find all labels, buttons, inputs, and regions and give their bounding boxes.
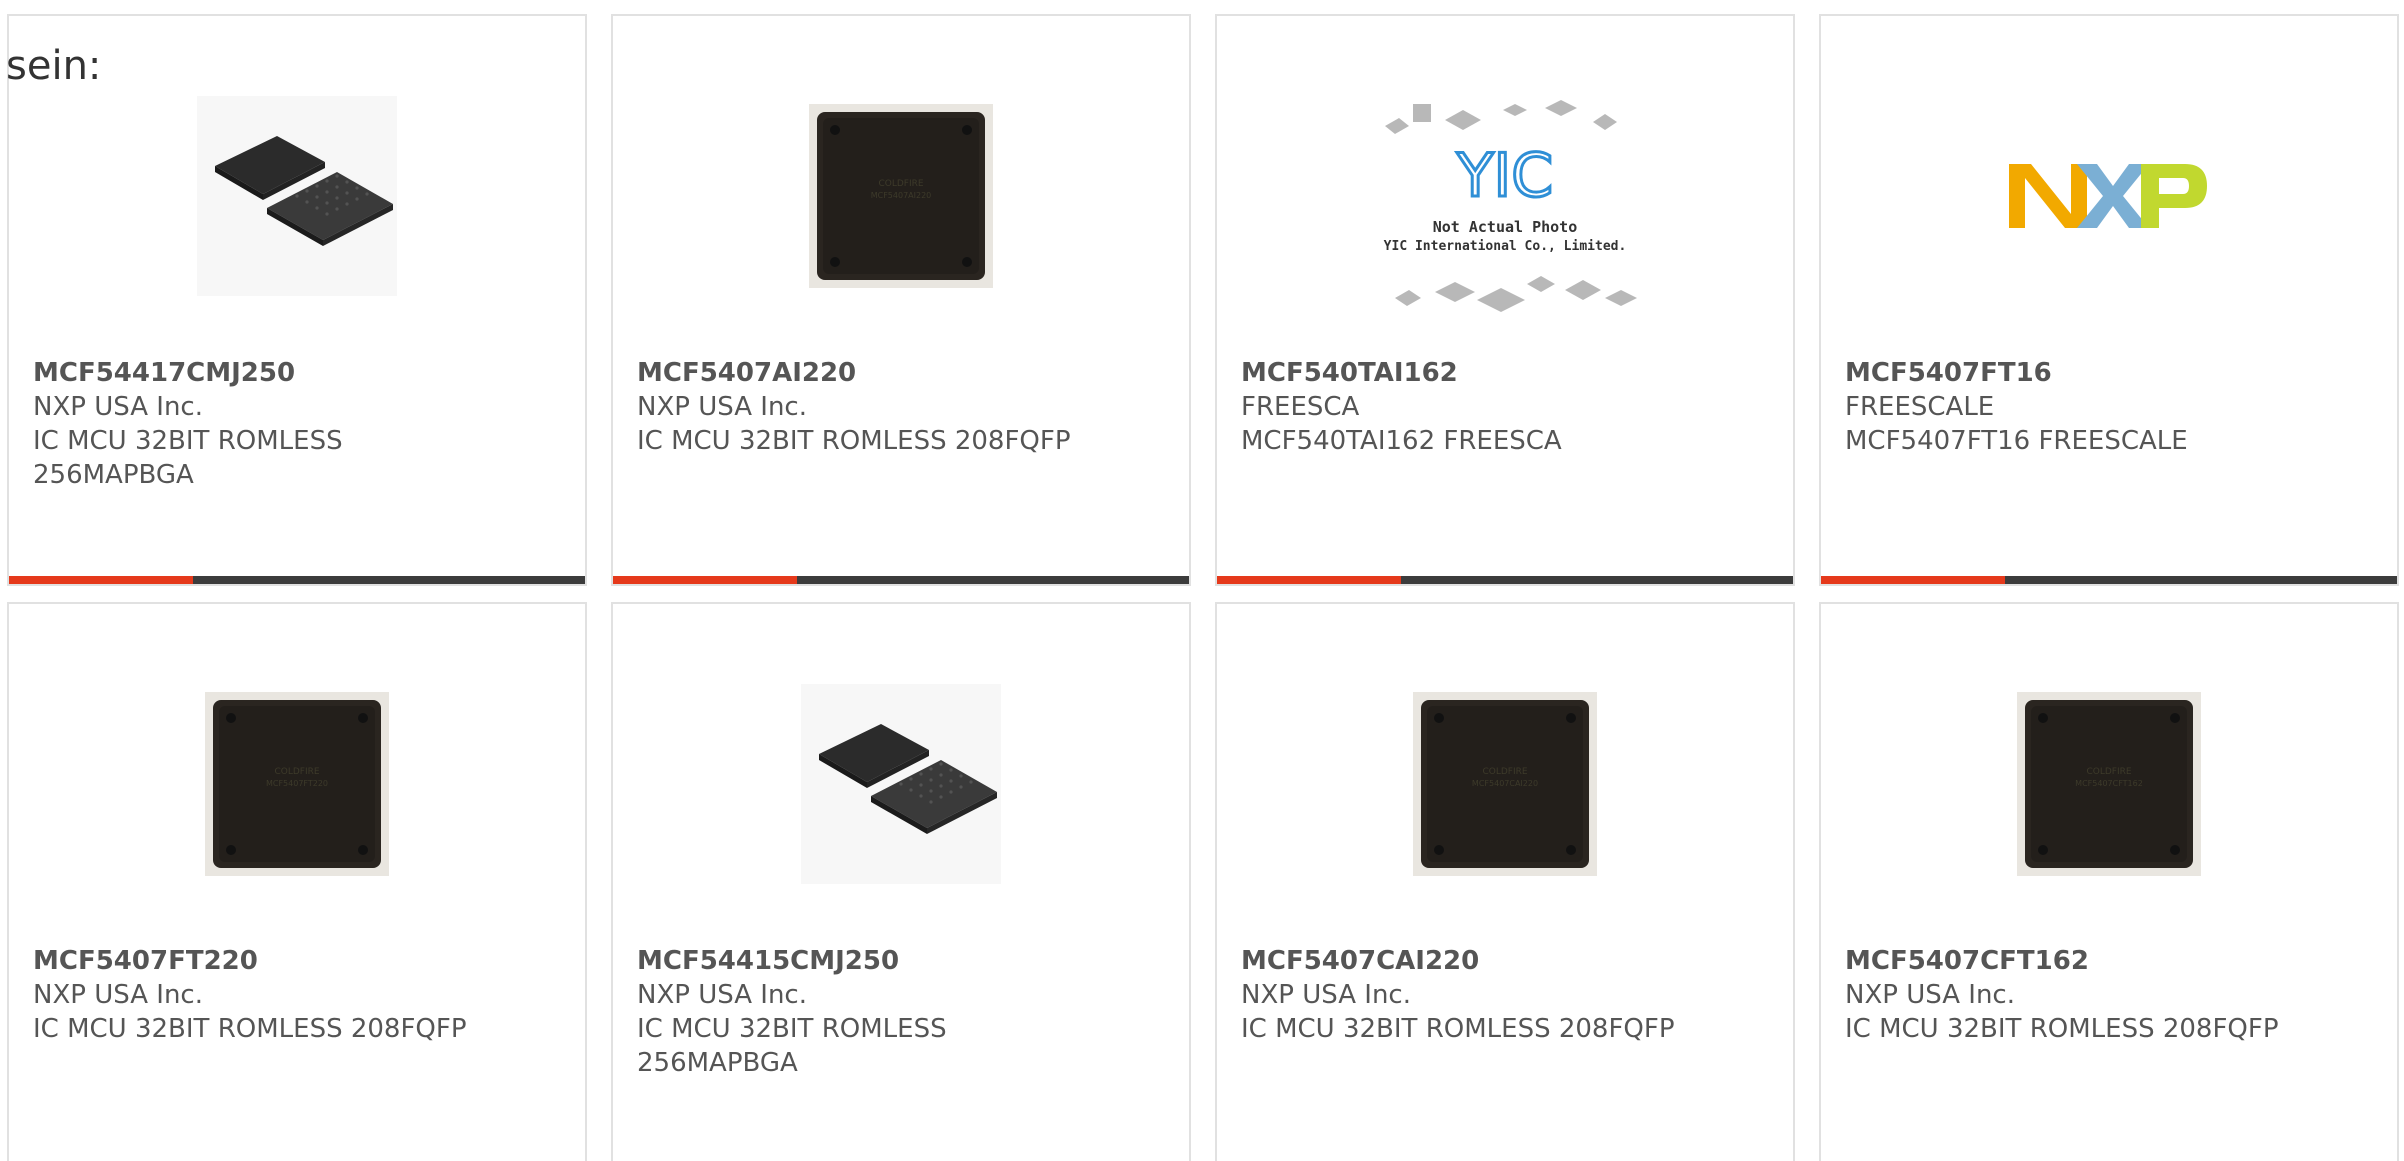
- card-bottom-bar: [1217, 576, 1793, 584]
- qfp-chip-icon: COLDFIRE MCF5407CFT162: [2017, 692, 2201, 876]
- yic-logo: YIC: [1456, 141, 1553, 211]
- qfp-chip-icon: COLDFIRE MCF5407AI220: [809, 104, 993, 288]
- card-accent-bar: [613, 576, 797, 584]
- card-accent-bar: [1217, 576, 1401, 584]
- card-bottom-bar: [1821, 576, 2397, 584]
- card-accent-bar: [1821, 576, 2005, 584]
- image-caption-line-2: YIC International Co., Limited.: [1384, 239, 1627, 254]
- description-label: MCF5407FT16 FREESCALE: [1845, 426, 2188, 456]
- yic-placeholder-image: YIC Not Actual Photo YIC International C…: [1384, 100, 1637, 312]
- part-number-link[interactable]: MCF5407CAI220: [1241, 944, 1769, 978]
- product-image[interactable]: COLDFIRE MCF5407CFT162: [1821, 674, 2397, 894]
- product-card[interactable]: MCF54415CMJ250 NXP USA Inc. IC MCU 32BIT…: [611, 602, 1191, 1161]
- manufacturer-label: NXP USA Inc.: [1241, 980, 1411, 1010]
- svg-text:MCF5407AI220: MCF5407AI220: [871, 191, 932, 200]
- description-label: MCF540TAI162 FREESCA: [1241, 426, 1562, 456]
- manufacturer-label: FREESCA: [1241, 392, 1360, 422]
- qfp-chip-icon: COLDFIRE MCF5407FT220: [205, 692, 389, 876]
- svg-text:COLDFIRE: COLDFIRE: [878, 179, 923, 189]
- card-bottom-bar: [9, 576, 585, 584]
- manufacturer-label: NXP USA Inc.: [637, 980, 807, 1010]
- qfp-chip-icon: COLDFIRE MCF5407CAI220: [1413, 692, 1597, 876]
- product-image[interactable]: COLDFIRE MCF5407CAI220: [1217, 674, 1793, 894]
- product-image[interactable]: [613, 674, 1189, 894]
- product-grid: MCF54417CMJ250 NXP USA Inc. IC MCU 32BIT…: [7, 14, 2399, 1161]
- part-number-link[interactable]: MCF5407FT16: [1845, 356, 2373, 390]
- product-card[interactable]: MCF5407FT16 FREESCALE MCF5407FT16 FREESC…: [1819, 14, 2399, 586]
- svg-text:COLDFIRE: COLDFIRE: [2086, 767, 2131, 777]
- description-label: IC MCU 32BIT ROMLESS 208FQFP: [1845, 1014, 2279, 1044]
- bga-package-icon: [197, 96, 397, 296]
- card-bottom-bar: [613, 576, 1189, 584]
- svg-text:COLDFIRE: COLDFIRE: [274, 767, 319, 777]
- product-image[interactable]: [9, 86, 585, 306]
- manufacturer-label: NXP USA Inc.: [637, 392, 807, 422]
- manufacturer-label: NXP USA Inc.: [33, 980, 203, 1010]
- intro-text: sein:: [6, 43, 102, 89]
- part-number-link[interactable]: MCF540TAI162: [1241, 356, 1769, 390]
- manufacturer-label: NXP USA Inc.: [1845, 980, 2015, 1010]
- product-card[interactable]: COLDFIRE MCF5407AI220 MCF5407AI220 NXP U…: [611, 14, 1191, 586]
- manufacturer-label: FREESCALE: [1845, 392, 1995, 422]
- description-label: IC MCU 32BIT ROMLESS 256MAPBGA: [33, 426, 343, 490]
- description-label: IC MCU 32BIT ROMLESS 208FQFP: [637, 426, 1071, 456]
- description-label: IC MCU 32BIT ROMLESS 256MAPBGA: [637, 1014, 947, 1078]
- part-number-link[interactable]: MCF54417CMJ250: [33, 356, 561, 390]
- product-card[interactable]: YIC Not Actual Photo YIC International C…: [1215, 14, 1795, 586]
- part-number-link[interactable]: MCF5407FT220: [33, 944, 561, 978]
- product-image[interactable]: COLDFIRE MCF5407AI220: [613, 86, 1189, 306]
- product-card[interactable]: COLDFIRE MCF5407CAI220 MCF5407CAI220 NXP…: [1215, 602, 1795, 1161]
- product-card[interactable]: COLDFIRE MCF5407CFT162 MCF5407CFT162 NXP…: [1819, 602, 2399, 1161]
- manufacturer-label: NXP USA Inc.: [33, 392, 203, 422]
- product-card[interactable]: COLDFIRE MCF5407FT220 MCF5407FT220 NXP U…: [7, 602, 587, 1161]
- description-label: IC MCU 32BIT ROMLESS 208FQFP: [1241, 1014, 1675, 1044]
- product-card[interactable]: MCF54417CMJ250 NXP USA Inc. IC MCU 32BIT…: [7, 14, 587, 586]
- svg-text:MCF5407FT220: MCF5407FT220: [266, 779, 328, 788]
- svg-text:MCF5407CFT162: MCF5407CFT162: [2075, 779, 2143, 788]
- product-image[interactable]: COLDFIRE MCF5407FT220: [9, 674, 585, 894]
- svg-text:COLDFIRE: COLDFIRE: [1482, 767, 1527, 777]
- svg-text:MCF5407CAI220: MCF5407CAI220: [1472, 779, 1538, 788]
- product-grid-page: sein: MCF54417CMJ250 NXP USA Inc. IC MCU…: [0, 0, 2404, 1161]
- part-number-link[interactable]: MCF5407AI220: [637, 356, 1165, 390]
- description-label: IC MCU 32BIT ROMLESS 208FQFP: [33, 1014, 467, 1044]
- image-caption-line-1: Not Actual Photo: [1433, 218, 1578, 236]
- part-number-link[interactable]: MCF54415CMJ250: [637, 944, 1165, 978]
- card-accent-bar: [9, 576, 193, 584]
- part-number-link[interactable]: MCF5407CFT162: [1845, 944, 2373, 978]
- bga-package-icon: [801, 684, 1001, 884]
- nxp-logo-image: [2009, 164, 2207, 228]
- product-image[interactable]: YIC Not Actual Photo YIC International C…: [1217, 86, 1793, 326]
- product-image[interactable]: [1821, 86, 2397, 306]
